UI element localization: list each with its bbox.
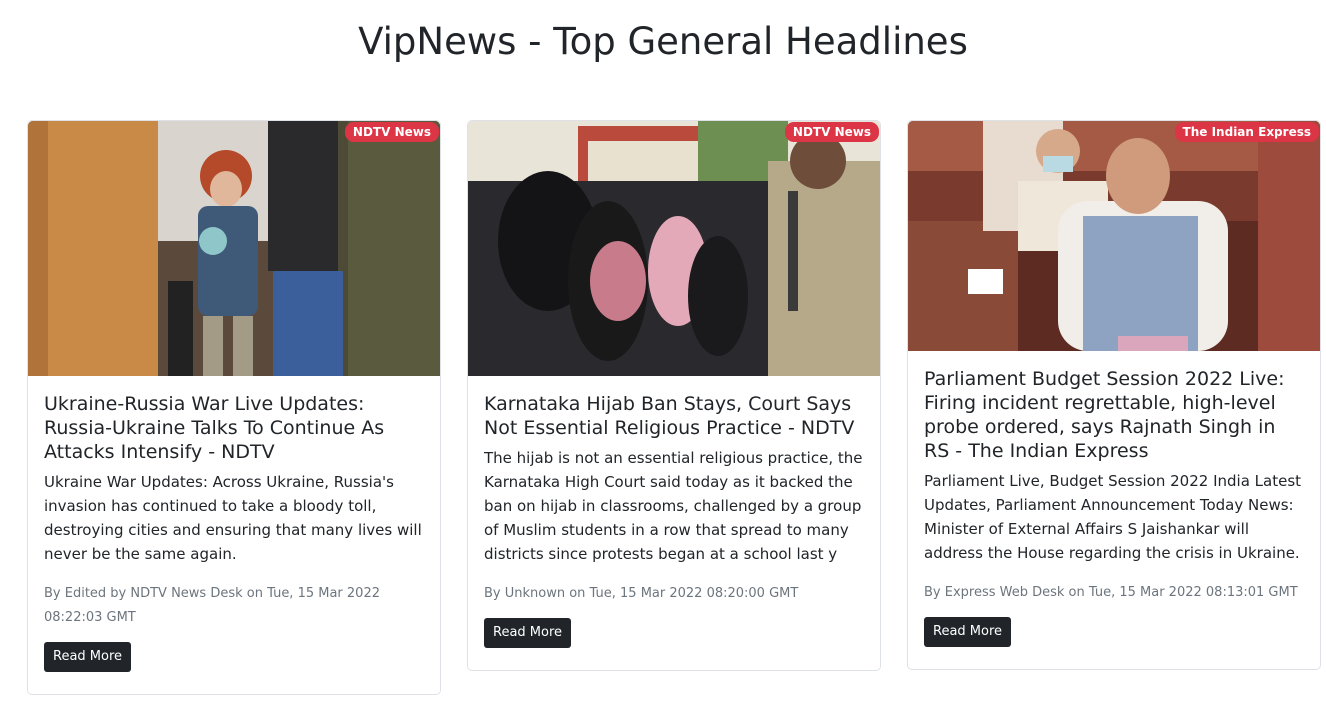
parliament-photo [908, 121, 1320, 351]
article-image: The Indian Express [908, 121, 1320, 351]
article-title: Karnataka Hijab Ban Stays, Court Says No… [484, 393, 855, 439]
article-title: Ukraine-Russia War Live Updates: Russia-… [44, 393, 385, 463]
hijab-protest-photo [468, 121, 880, 376]
read-more-button[interactable]: Read More [484, 618, 572, 648]
read-more-button[interactable]: Read More [924, 617, 1012, 647]
article-meta: By Unknown on Tue, 15 Mar 2022 08:20:00 … [484, 586, 799, 601]
article-title: Parliament Budget Session 2022 Live: Fir… [924, 368, 1285, 462]
article-description: Ukraine War Updates: Across Ukraine, Rus… [44, 473, 422, 563]
news-card: NDTV News Ukraine-Russia War Live Update… [27, 120, 441, 695]
article-meta: By Express Web Desk on Tue, 15 Mar 2022 … [924, 585, 1298, 600]
news-card: NDTV News Karnataka Hijab Ban Stays, Cou… [467, 120, 881, 671]
source-badge: NDTV News [784, 122, 879, 142]
article-image: NDTV News [468, 121, 880, 376]
read-more-button[interactable]: Read More [44, 642, 132, 672]
article-image: NDTV News [28, 121, 440, 376]
source-badge: The Indian Express [1174, 122, 1319, 142]
news-card: The Indian Express Parliament Budget Ses… [907, 120, 1321, 670]
article-description: The hijab is not an essential religious … [484, 449, 863, 563]
page-title: VipNews - Top General Headlines [358, 20, 968, 63]
source-badge: NDTV News [344, 122, 439, 142]
ukraine-photo [28, 121, 440, 376]
article-description: Parliament Live, Budget Session 2022 Ind… [924, 472, 1302, 562]
article-meta: By Edited by NDTV News Desk on Tue, 15 M… [44, 586, 380, 625]
